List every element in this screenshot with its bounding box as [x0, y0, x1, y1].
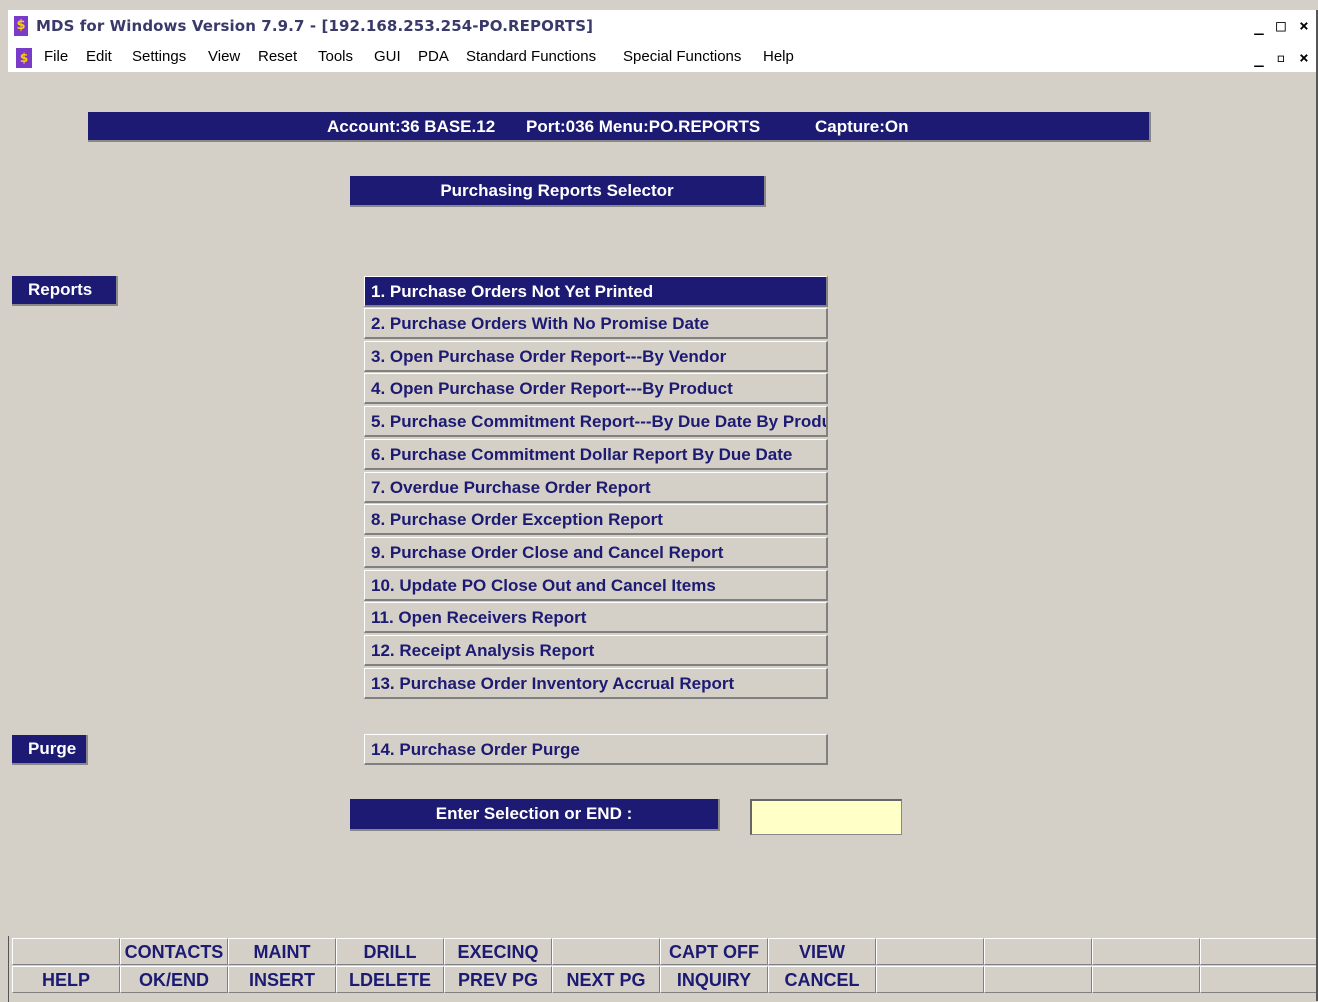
option-1[interactable]: 1. Purchase Orders Not Yet Printed	[364, 276, 828, 307]
fkey-blank-6[interactable]	[1200, 938, 1318, 965]
maint-button[interactable]: MAINT	[228, 938, 336, 965]
selection-input[interactable]	[750, 799, 902, 835]
reports-section-label: Reports	[12, 276, 118, 306]
option-3[interactable]: 3. Open Purchase Order Report---By Vendo…	[364, 341, 828, 372]
insert-button[interactable]: INSERT	[228, 966, 336, 993]
fkey-blank-7[interactable]	[876, 966, 984, 993]
document-menu-icon[interactable]: $	[16, 48, 32, 68]
menu-pda[interactable]: PDA	[418, 48, 449, 65]
fkey-blank-4[interactable]	[984, 938, 1092, 965]
help-button[interactable]: HELP	[12, 966, 120, 993]
option-7[interactable]: 7. Overdue Purchase Order Report	[364, 472, 828, 503]
screen-title: Purchasing Reports Selector	[350, 176, 766, 207]
minimize-icon[interactable]: _	[1250, 16, 1268, 36]
account-status: Account:36 BASE.12	[327, 117, 496, 136]
menu-special-functions[interactable]: Special Functions	[623, 48, 741, 65]
capture-status: Capture:On	[815, 117, 909, 136]
option-2[interactable]: 2. Purchase Orders With No Promise Date	[364, 308, 828, 339]
fkey-blank-3[interactable]	[876, 938, 984, 965]
function-key-bar: CONTACTS MAINT DRILL EXECINQ CAPT OFF VI…	[12, 938, 1318, 994]
option-5[interactable]: 5. Purchase Commitment Report---By Due D…	[364, 406, 828, 437]
doc-close-icon[interactable]: ×	[1295, 48, 1313, 68]
drill-button[interactable]: DRILL	[336, 938, 444, 965]
menu-edit[interactable]: Edit	[86, 48, 112, 65]
inquiry-button[interactable]: INQUIRY	[660, 966, 768, 993]
menu-settings[interactable]: Settings	[132, 48, 186, 65]
purge-section-label: Purge	[12, 735, 88, 765]
option-11[interactable]: 11. Open Receivers Report	[364, 602, 828, 633]
execinq-button[interactable]: EXECINQ	[444, 938, 552, 965]
close-icon[interactable]: ×	[1295, 16, 1313, 36]
menu-tools[interactable]: Tools	[318, 48, 353, 65]
option-12[interactable]: 12. Receipt Analysis Report	[364, 635, 828, 666]
option-13[interactable]: 13. Purchase Order Inventory Accrual Rep…	[364, 668, 828, 699]
menu-gui[interactable]: GUI	[374, 48, 401, 65]
menu-file[interactable]: File	[44, 48, 68, 65]
view-button[interactable]: VIEW	[768, 938, 876, 965]
menu-standard-functions[interactable]: Standard Functions	[466, 48, 596, 65]
option-14[interactable]: 14. Purchase Order Purge	[364, 734, 828, 765]
fkey-blank-5[interactable]	[1092, 938, 1200, 965]
next-page-button[interactable]: NEXT PG	[552, 966, 660, 993]
window-title: MDS for Windows Version 7.9.7 - [192.168…	[36, 17, 594, 35]
fkey-blank-8[interactable]	[984, 966, 1092, 993]
option-10[interactable]: 10. Update PO Close Out and Cancel Items	[364, 570, 828, 601]
menu-reset[interactable]: Reset	[258, 48, 297, 65]
port-menu-status: Port:036 Menu:PO.REPORTS	[526, 117, 761, 136]
option-6[interactable]: 6. Purchase Commitment Dollar Report By …	[364, 439, 828, 470]
fkey-blank-2[interactable]	[552, 938, 660, 965]
prev-page-button[interactable]: PREV PG	[444, 966, 552, 993]
fkey-blank-1[interactable]	[12, 938, 120, 965]
mds-app-icon[interactable]: $	[14, 16, 28, 36]
maximize-icon[interactable]: □	[1272, 16, 1290, 36]
doc-minimize-icon[interactable]: _	[1250, 48, 1268, 68]
capt-off-button[interactable]: CAPT OFF	[660, 938, 768, 965]
option-9[interactable]: 9. Purchase Order Close and Cancel Repor…	[364, 537, 828, 568]
menu-help[interactable]: Help	[763, 48, 794, 65]
cancel-button[interactable]: CANCEL	[768, 966, 876, 993]
option-8[interactable]: 8. Purchase Order Exception Report	[364, 504, 828, 535]
menu-view[interactable]: View	[208, 48, 240, 65]
doc-restore-icon[interactable]: ▫	[1272, 48, 1290, 68]
ldelete-button[interactable]: LDELETE	[336, 966, 444, 993]
selection-prompt-label: Enter Selection or END :	[350, 799, 720, 831]
ok-end-button[interactable]: OK/END	[120, 966, 228, 993]
fkey-blank-10[interactable]	[1200, 966, 1318, 993]
fkey-blank-9[interactable]	[1092, 966, 1200, 993]
option-4[interactable]: 4. Open Purchase Order Report---By Produ…	[364, 373, 828, 404]
contacts-button[interactable]: CONTACTS	[120, 938, 228, 965]
session-status-bar: Account:36 BASE.12 Port:036 Menu:PO.REPO…	[88, 112, 1151, 142]
